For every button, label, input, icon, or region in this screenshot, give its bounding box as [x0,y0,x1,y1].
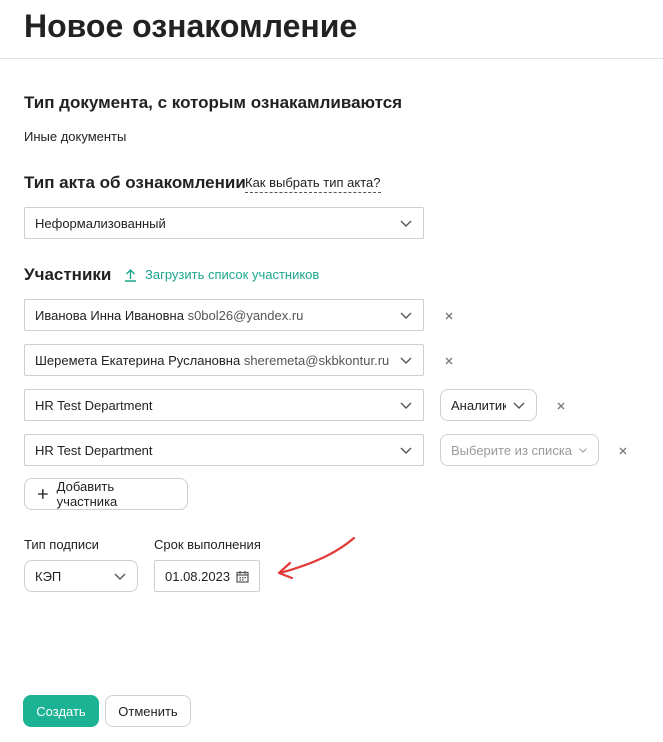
close-icon [619,447,627,455]
remove-participant-button[interactable] [553,398,569,414]
add-participant-button[interactable]: Добавить участника [24,478,188,510]
doc-type-heading: Тип документа, с которым ознакамливаются [24,93,403,112]
close-icon [445,357,453,365]
participant-select[interactable]: Иванова Инна Ивановна s0bol26@yandex.ru [24,299,424,331]
annotation-arrow [277,536,356,580]
upload-icon [125,269,136,282]
chevron-down-icon [400,447,412,454]
remove-participant-button[interactable] [441,353,457,369]
participant-name: Иванова Инна Ивановна [35,307,184,323]
chevron-down-icon [400,312,412,319]
participant-name: Шеремета Екатерина Руслановна [35,352,241,368]
participant-value: Иванова Инна Ивановна s0bol26@yandex.ru [35,308,393,323]
chevron-down-icon [400,402,412,409]
participant-name: HR Test Department [35,442,153,458]
chevron-down-icon [400,220,412,227]
cancel-button[interactable]: Отменить [105,695,191,727]
role-select[interactable]: Выберите из списка [440,434,599,466]
deadline-date-input[interactable]: 01.08.2023 [154,560,260,592]
act-type-select-value: Неформализованный [35,215,166,231]
participant-select[interactable]: Шеремета Екатерина Руслановна sheremeta@… [24,344,424,376]
close-icon [445,312,453,320]
deadline-value: 01.08.2023 [165,568,231,584]
signature-label: Тип подписи [24,537,99,552]
signature-select[interactable]: КЭП [24,560,138,592]
participant-name: HR Test Department [35,397,153,413]
chevron-down-icon [114,573,126,580]
participant-value: Шеремета Екатерина Руслановна sheremeta@… [35,353,393,368]
role-select[interactable]: Аналитик [440,389,537,421]
chevron-down-icon [513,402,525,409]
remove-participant-button[interactable] [441,308,457,324]
remove-participant-button[interactable] [615,443,631,459]
participant-select[interactable]: HR Test Department [24,389,424,421]
role-placeholder: Выберите из списка [451,442,573,458]
participant-email: sheremeta@skbkontur.ru [243,352,390,368]
page-title: Новое ознакомление [24,8,358,44]
doc-type-value: Иные документы [24,129,127,144]
act-type-heading: Тип акта об ознакомлении [24,173,246,192]
chevron-down-icon [400,357,412,364]
upload-participants-label: Загрузить список участников [145,267,320,282]
calendar-icon[interactable] [236,570,249,583]
signature-value: КЭП [35,568,62,584]
participants-heading: Участники [24,265,112,284]
create-button[interactable]: Создать [23,695,99,727]
plus-icon [37,489,48,499]
add-participant-label: Добавить участника [56,479,118,509]
chevron-down-icon [579,448,587,453]
participant-select[interactable]: HR Test Department [24,434,424,466]
close-icon [557,402,565,410]
upload-participants-link[interactable]: Загрузить список участников [124,266,319,284]
act-type-select[interactable]: Неформализованный [24,207,424,239]
header-divider [0,58,663,59]
act-type-help-link[interactable]: Как выбрать тип акта? [245,174,381,193]
participant-email: s0bol26@yandex.ru [187,307,304,323]
role-value: Аналитик [451,397,506,413]
deadline-label: Срок выполнения [154,537,261,552]
